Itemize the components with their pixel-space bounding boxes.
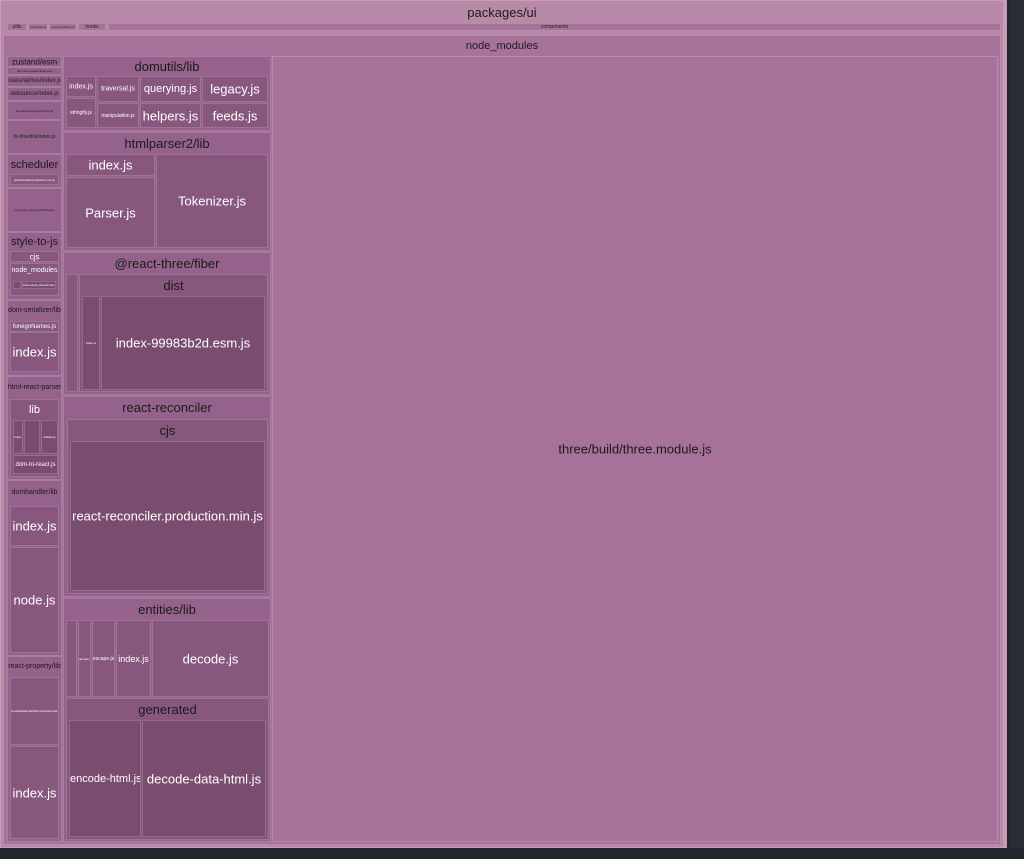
node-foreign-names[interactable]: foreignNames.js	[10, 321, 59, 332]
node-react-three-fiber[interactable]: @react-three/fiber dist index.js index-9…	[63, 252, 271, 395]
node-fiber-main[interactable]: index-99983b2d.esm.js	[101, 296, 265, 390]
node-three-module[interactable]: three/build/three.module.js	[272, 56, 998, 842]
node-inline-style-a[interactable]	[13, 281, 21, 289]
node-domutils[interactable]: domutils/lib index.js stringify.js trave…	[63, 56, 271, 131]
node-scheduler[interactable]: scheduler cjs/scheduler.production.min.j…	[7, 154, 62, 188]
node-hrp-lib[interactable]: lib index.js utilities.js dom-to-react.j…	[10, 399, 59, 477]
node-fiber-dist[interactable]: dist index.js index-99983b2d.esm.js	[79, 274, 268, 392]
node-react-property[interactable]: react-property/lib possibleStandardNames…	[7, 656, 62, 842]
node-entities-index[interactable]: index.js	[116, 620, 151, 697]
node-its-fine[interactable]: its-fine/dist/index.js	[7, 120, 62, 154]
node-modules-title: node_modules	[465, 40, 539, 52]
node-react-use-measure[interactable]: react-use-measure/dist/web.js	[7, 188, 62, 232]
node-style-cjs[interactable]: cjs	[10, 251, 59, 262]
node-fiber-index[interactable]: index.js	[82, 296, 100, 390]
root-title: packages/ui	[467, 5, 537, 20]
node-inline-style-parser[interactable]: inline-style-parser/index.js	[22, 281, 56, 289]
node-hrp-utilities[interactable]: utilities.js	[41, 420, 58, 454]
node-reconciler-file[interactable]: react-reconciler.production.min.js	[70, 441, 265, 591]
node-decode-data-html[interactable]: decode-data-html.js	[142, 720, 266, 837]
node-entities-a[interactable]	[66, 620, 77, 697]
node-html-dom-parser[interactable]: html-dom-parser/lib/server	[7, 67, 62, 75]
node-zustand[interactable]: zustand/esm	[7, 56, 62, 67]
node-domutils-index[interactable]: index.js	[66, 76, 96, 97]
node-possible-standard[interactable]: possibleStandardNamesOptimized.js	[10, 677, 59, 745]
node-htmlparser2-tokenizer[interactable]: Tokenizer.js	[156, 154, 268, 248]
node-domutils-manipulation[interactable]: manipulation.js	[97, 103, 139, 128]
horizontal-scrollbar[interactable]	[0, 848, 1024, 859]
node-dom-serializer-index[interactable]: index.js	[10, 332, 59, 372]
node-style-node-modules[interactable]: node_modules inline-style-parser/index.j…	[10, 263, 59, 296]
node-htmlparser2[interactable]: htmlparser2/lib index.js Parser.js Token…	[63, 132, 271, 251]
node-domhandler[interactable]: domhandler/lib index.js node.js	[7, 480, 62, 656]
node-dom-serializer[interactable]: dom-serializer/lib foreignNames.js index…	[7, 300, 62, 376]
node-reconciler-cjs[interactable]: cjs react-reconciler.production.min.js	[67, 419, 268, 594]
treemap-root[interactable]: packages/ui utils constants.ts useAsyncS…	[0, 0, 1004, 848]
node-domutils-traversal[interactable]: traversal.js	[97, 76, 139, 102]
node-hooks[interactable]: hooks	[78, 23, 106, 31]
node-encode-html[interactable]: encode-html.js	[69, 720, 141, 837]
node-domutils-querying[interactable]: querying.js	[140, 76, 201, 102]
node-domutils-legacy[interactable]: legacy.js	[202, 76, 268, 102]
node-htmlparser2-parser[interactable]: Parser.js	[66, 177, 155, 248]
node-classnames[interactable]: classnames/index.js	[7, 75, 62, 87]
treemap: packages/ui utils constants.ts useAsyncS…	[0, 0, 1007, 848]
node-entities-generated[interactable]: generated encode-html.js decode-data-htm…	[66, 698, 269, 840]
node-hrp-b[interactable]	[24, 420, 40, 454]
node-html-react-parser[interactable]: html-react-parser lib index.js utilities…	[7, 376, 62, 480]
node-components[interactable]: components	[108, 23, 1001, 31]
node-constants[interactable]: constants.ts	[28, 23, 48, 31]
node-entities-decode[interactable]: decode.js	[152, 620, 269, 697]
node-entities-escape[interactable]: escape.js	[92, 620, 115, 697]
node-debounce[interactable]: debounce/index.js	[7, 87, 62, 101]
node-dom-to-react[interactable]: dom-to-react.js	[13, 455, 58, 474]
node-hrp-index[interactable]: index.js	[13, 420, 23, 454]
node-domhandler-index[interactable]: index.js	[10, 506, 59, 546]
node-domutils-stringify[interactable]: stringify.js	[66, 98, 96, 128]
node-utils[interactable]: utils	[7, 23, 27, 31]
node-style-to-js[interactable]: style-to-js cjs node_modules inline-styl…	[7, 232, 62, 300]
node-fiber-side[interactable]	[66, 274, 78, 392]
node-react-reconciler[interactable]: react-reconciler cjs react-reconciler.pr…	[63, 396, 271, 597]
node-use-async-state[interactable]: useAsyncState.ts	[49, 23, 77, 31]
node-htmlparser2-index[interactable]: index.js	[66, 154, 155, 176]
node-domutils-feeds[interactable]: feeds.js	[202, 103, 268, 128]
node-react-property-index[interactable]: index.js	[10, 746, 59, 839]
node-entities-decode-codepoint[interactable]: decode_codepoint.js	[78, 620, 91, 697]
node-entities[interactable]: entities/lib decode_codepoint.js escape.…	[63, 598, 271, 842]
node-domutils-helpers[interactable]: helpers.js	[140, 103, 201, 128]
node-scheduler-file[interactable]: cjs/scheduler.production.min.js	[10, 174, 59, 185]
node-node-modules[interactable]: node_modules zustand/esm html-dom-parser…	[3, 35, 1001, 845]
node-domelementtype[interactable]: domelementtype/lib/index.js	[7, 101, 62, 120]
node-domhandler-node[interactable]: node.js	[10, 547, 59, 653]
